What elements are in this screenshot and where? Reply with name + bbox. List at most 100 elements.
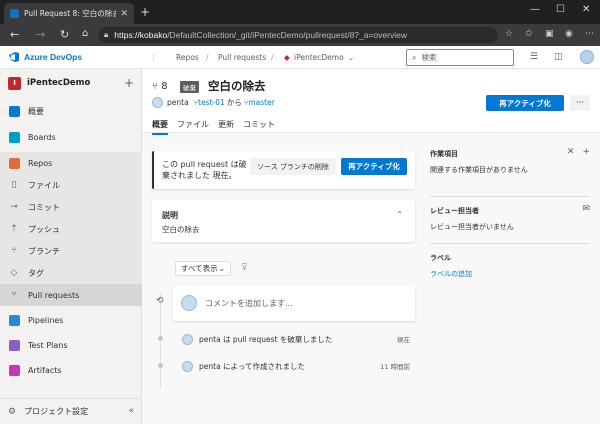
favorite-star-icon[interactable]: ☆ [505,29,513,39]
favorites-bar-icon[interactable]: ✩ [525,29,533,39]
shopping-bag-icon[interactable]: ◫ [554,52,563,62]
chevron-down-icon: ⌄ [218,264,225,273]
event-time: 11 時間前 [380,363,410,371]
sidebar-item-label: Boards [28,132,56,142]
tab-updates[interactable]: 更新 [218,119,234,135]
target-branch-link[interactable]: master [248,98,274,107]
author-name[interactable]: penta [167,98,189,107]
forward-icon[interactable]: → [36,28,45,41]
tab-files[interactable]: ファイル [177,119,209,135]
sidebar-item-boards[interactable]: Boards [0,126,142,148]
close-tab-icon[interactable]: ✕ [120,9,128,19]
sidebar-item-label: ブランチ [28,246,60,256]
chevron-down-icon[interactable]: ⌄ [348,53,354,62]
boards-icon [8,131,20,143]
sidebar-item-label: タグ [28,268,44,278]
activity-event: penta は pull request を破棄しました 現在 [182,332,418,346]
description-card: 説明 空白の除去 ⌃ [152,200,415,242]
delete-source-branch-button[interactable]: ソース ブランチの削除 [250,158,336,175]
breadcrumb-separator: / [206,53,209,62]
window-close-icon[interactable]: ✕ [582,4,590,15]
chevron-up-icon[interactable]: ⌃ [396,210,403,219]
sidebar-item-overview[interactable]: 概要 [0,100,142,122]
author-avatar[interactable] [152,97,163,108]
add-icon[interactable]: + [582,147,590,157]
timeline-dot [158,363,163,368]
sidebar-item-pipelines[interactable]: Pipelines [0,309,142,331]
sidebar-item-commits[interactable]: ⊸ コミット [0,196,142,218]
tab-overview[interactable]: 概要 [152,119,168,135]
project-selector[interactable]: I iPentecDemo + [0,69,142,97]
azure-devops-logo-icon[interactable] [8,51,20,63]
branch-icon: ⑂ [11,246,17,256]
search-input[interactable]: ⌕ 検索 [406,49,514,66]
tab-commits[interactable]: コミット [243,119,275,135]
pr-header: ⑂ 8 破棄 空白の除去 penta ⑂ test-01 から ⑂ master… [142,69,600,135]
sidebar-item-branches[interactable]: ⑂ ブランチ [0,240,142,262]
sidebar-item-artifacts[interactable]: Artifacts [0,359,142,381]
sidebar-item-repos[interactable]: Repos [0,152,142,174]
sidebar-item-pull-requests[interactable]: ⑂ Pull requests [0,284,142,306]
collections-icon[interactable]: ▣ [545,29,554,39]
description-title: 説明 [162,211,178,220]
event-text: penta によって作成されました [199,361,305,371]
activity-filter-dropdown[interactable]: すべて表示 ⌄ [175,261,231,276]
author-avatar [182,360,193,372]
main-content: ⑂ 8 破棄 空白の除去 penta ⑂ test-01 から ⑂ master… [142,69,600,424]
from-text: から [226,98,242,107]
breadcrumb-repos[interactable]: Repos [176,53,199,62]
work-items-title: 作業項目 [430,150,458,158]
user-avatar[interactable] [580,50,594,64]
project-settings[interactable]: ⚙ プロジェクト設定 « [0,398,142,424]
sidebar-item-label: Artifacts [28,365,62,375]
reactivate-card-button[interactable]: 再アクティブ化 [341,158,407,175]
commit-icon: ⊸ [10,202,18,212]
reviewers-title: レビュー担当者 [430,207,479,215]
add-icon[interactable]: + [124,76,134,90]
profile-icon[interactable]: ◉ [565,29,573,39]
sidebar-item-test-plans[interactable]: Test Plans [0,334,142,356]
close-icon[interactable]: ✕ [567,147,575,157]
work-items-actions: ✕ + [567,147,590,157]
source-branch-link[interactable]: test-01 [198,98,225,107]
refresh-icon[interactable]: ↻ [60,28,69,41]
sidebar-item-files[interactable]: ▯ ファイル [0,174,142,196]
test-plans-icon [8,339,20,351]
more-actions-button[interactable]: ··· [570,95,590,111]
breadcrumb-repo[interactable]: iPentecDemo [294,53,344,62]
back-icon[interactable]: ← [10,28,19,41]
minimize-icon[interactable]: — [530,4,540,15]
user-avatar [181,295,197,311]
author-avatar [182,333,193,345]
reviewers-empty: レビュー担当者がいません [430,223,514,231]
browser-menu-icon[interactable]: ⋯ [585,29,594,39]
sidebar-item-label: ファイル [28,180,60,190]
add-label-link[interactable]: ラベルの追加 [430,269,472,279]
sidebar-item-tags[interactable]: ◇ タグ [0,262,142,284]
list-icon[interactable]: ☰ [530,52,538,62]
labels-title: ラベル [430,254,451,262]
mail-icon[interactable]: ✉ [582,204,590,214]
filter-label: すべて表示 [181,264,218,273]
pr-tabs: 概要 ファイル 更新 コミット [152,119,284,135]
filter-icon[interactable]: ⊽ [241,263,248,273]
repo-icon: ◆ [284,53,290,62]
project-settings-label: プロジェクト設定 [24,407,89,416]
comment-placeholder: コメントを追加します... [205,298,293,308]
collapse-sidebar-icon[interactable]: « [128,406,134,416]
new-tab-icon[interactable]: + [140,5,150,19]
reactivate-button[interactable]: 再アクティブ化 [486,95,564,111]
breadcrumb-pull-requests[interactable]: Pull requests [218,53,266,62]
sidebar-item-label: Pull requests [28,290,80,300]
breadcrumb-more-icon[interactable]: ⋮ [150,53,158,62]
devops-header: Azure DevOps ⋮ Repos / Pull requests / ◆… [0,46,600,69]
browser-tab[interactable]: Pull Request 8: 空白の除去 ✕ [4,3,134,24]
sidebar-item-pushes[interactable]: ⇡ プッシュ [0,218,142,240]
home-icon[interactable]: ⌂ [82,28,88,39]
address-bar[interactable]: 🔒︎ https://kobako/DefaultCollection/_git… [98,27,498,43]
push-icon: ⇡ [10,224,18,234]
maximize-icon[interactable]: ☐ [556,4,565,15]
gear-icon: ⚙ [8,406,17,417]
brand-name[interactable]: Azure DevOps [24,52,82,62]
add-comment-box[interactable]: コメントを追加します... [173,285,415,321]
